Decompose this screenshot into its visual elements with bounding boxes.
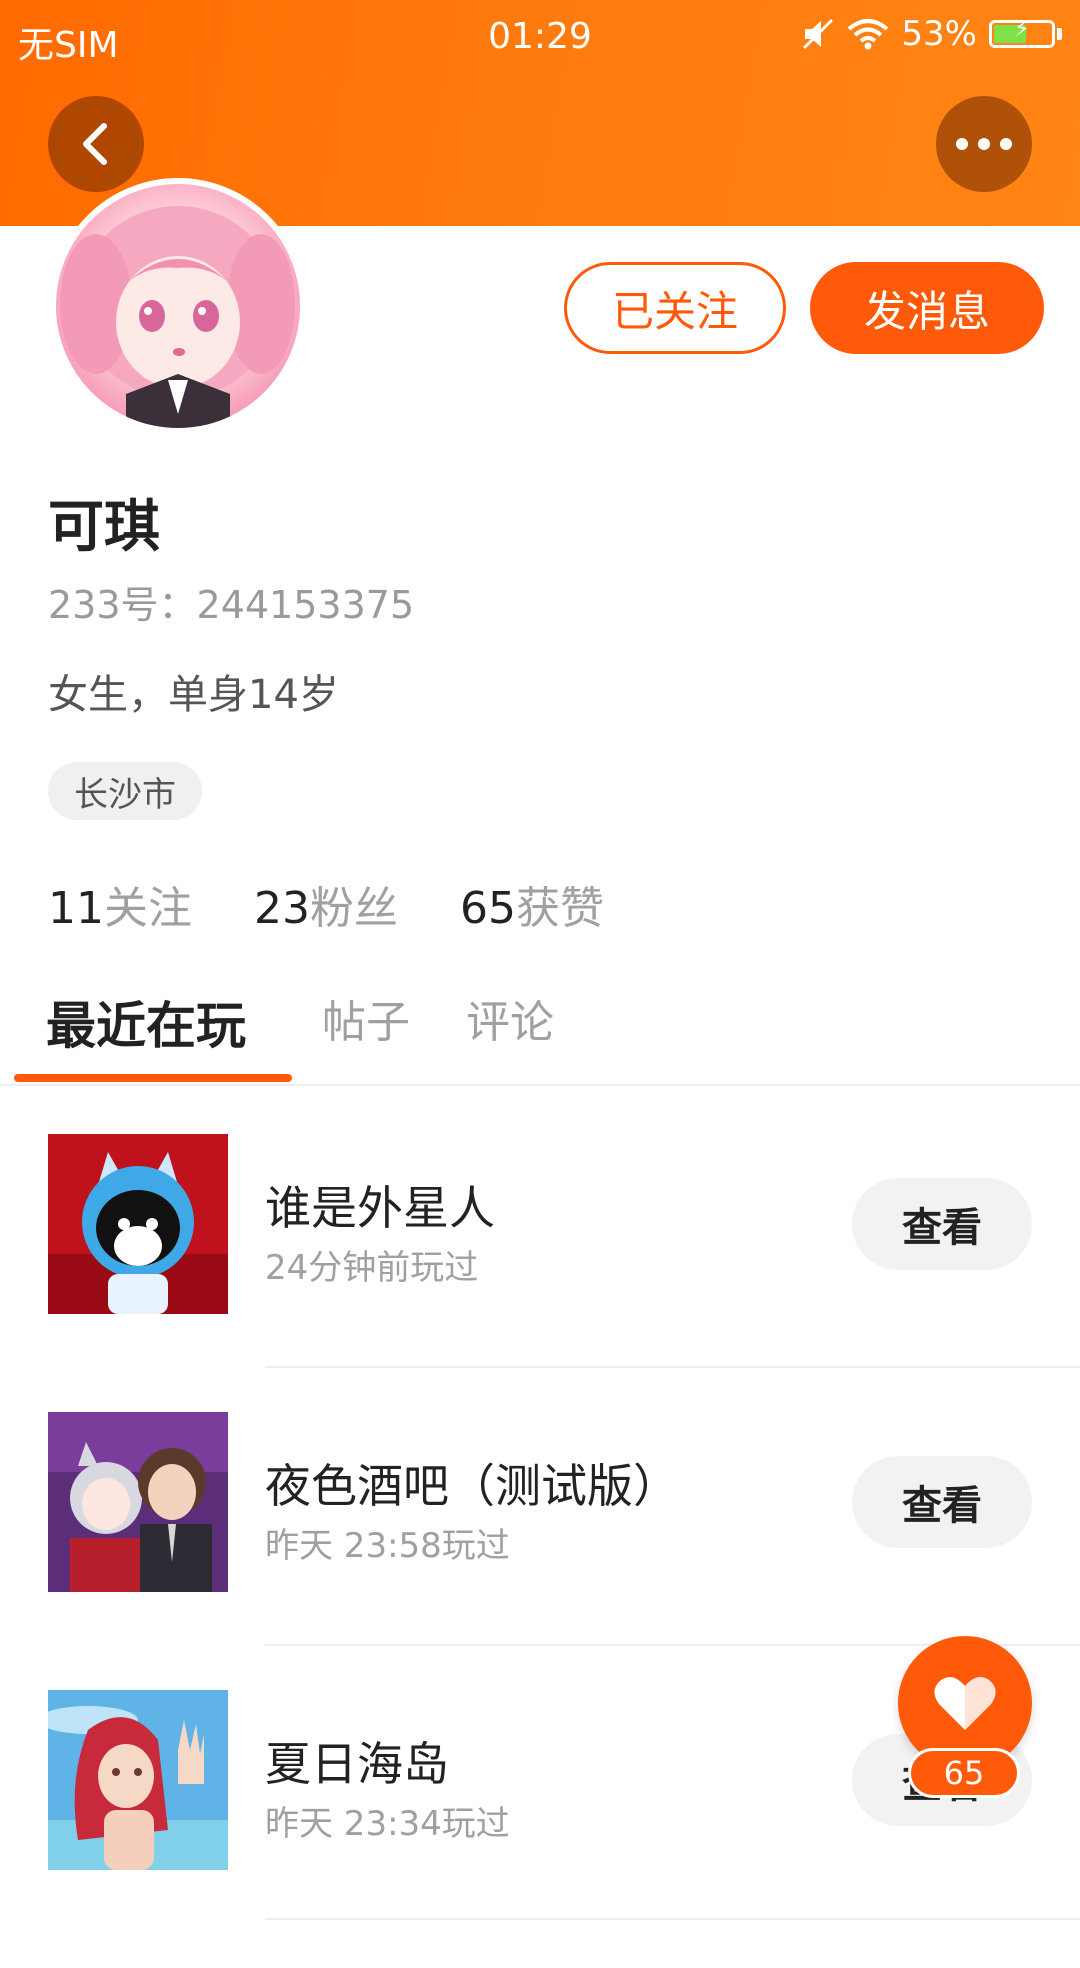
game-thumbnail xyxy=(48,1412,228,1592)
send-message-button[interactable]: 发消息 xyxy=(810,262,1044,354)
user-id: 233号：244153375 xyxy=(48,583,415,627)
avatar-illustration xyxy=(60,206,295,428)
profile-stats: 11关注 23粉丝 65获赞 xyxy=(48,872,666,936)
followers-count: 23 xyxy=(254,883,310,934)
more-button[interactable] xyxy=(936,96,1032,192)
back-button[interactable] xyxy=(48,96,144,192)
following-count: 11 xyxy=(48,883,104,934)
game-title: 夜色酒吧（测试版） xyxy=(265,1459,679,1513)
likes-count: 65 xyxy=(460,883,516,934)
game-thumbnail xyxy=(48,1134,228,1314)
game-title: 夏日海岛 xyxy=(265,1737,449,1791)
tab-posts[interactable]: 帖子 xyxy=(322,986,410,1050)
ellipsis-icon xyxy=(956,138,1012,150)
list-divider xyxy=(265,1366,1080,1368)
mute-icon xyxy=(803,18,834,50)
status-icons: 53% ⚡ xyxy=(801,14,1062,54)
like-count-badge: 65 xyxy=(908,1748,1020,1798)
chevron-left-icon xyxy=(83,123,107,165)
list-item[interactable]: 谁是外星人 24分钟前玩过 查看 xyxy=(0,1134,1080,1412)
battery-percent: 53% xyxy=(901,14,977,54)
profile-name: 可琪 xyxy=(48,495,160,560)
active-tab-indicator xyxy=(14,1074,292,1082)
following-stat[interactable]: 11关注 xyxy=(48,872,192,936)
last-played-time: 昨天 23:34玩过 xyxy=(265,1804,510,1844)
location-tag: 长沙市 xyxy=(48,762,202,820)
tab-divider xyxy=(0,1084,1080,1086)
view-button[interactable]: 查看 xyxy=(852,1456,1032,1548)
followers-stat[interactable]: 23粉丝 xyxy=(254,872,398,936)
game-thumbnail xyxy=(48,1690,228,1870)
heart-icon xyxy=(934,1677,996,1730)
tab-recently-played[interactable]: 最近在玩 xyxy=(46,986,246,1058)
status-bar: 无SIM 01:29 53% ⚡ xyxy=(0,0,1080,76)
game-title: 谁是外星人 xyxy=(265,1181,495,1235)
likes-stat[interactable]: 65获赞 xyxy=(460,872,604,936)
view-button[interactable]: 查看 xyxy=(852,1178,1032,1270)
list-item[interactable]: 夜色酒吧（测试版） 昨天 23:58玩过 查看 xyxy=(0,1412,1080,1690)
battery-icon: ⚡ xyxy=(989,17,1055,48)
likes-label: 获赞 xyxy=(516,883,604,934)
followed-button[interactable]: 已关注 xyxy=(564,262,786,354)
wifi-icon xyxy=(848,19,889,50)
followers-label: 粉丝 xyxy=(310,883,398,934)
following-label: 关注 xyxy=(104,883,192,934)
last-played-time: 昨天 23:58玩过 xyxy=(265,1526,510,1566)
tab-comments[interactable]: 评论 xyxy=(466,986,554,1050)
last-played-time: 24分钟前玩过 xyxy=(265,1248,479,1288)
profile-bio: 女生，单身14岁 xyxy=(48,672,339,718)
avatar[interactable] xyxy=(50,178,306,434)
profile-tabs: 最近在玩 帖子 评论 xyxy=(0,986,1080,1086)
